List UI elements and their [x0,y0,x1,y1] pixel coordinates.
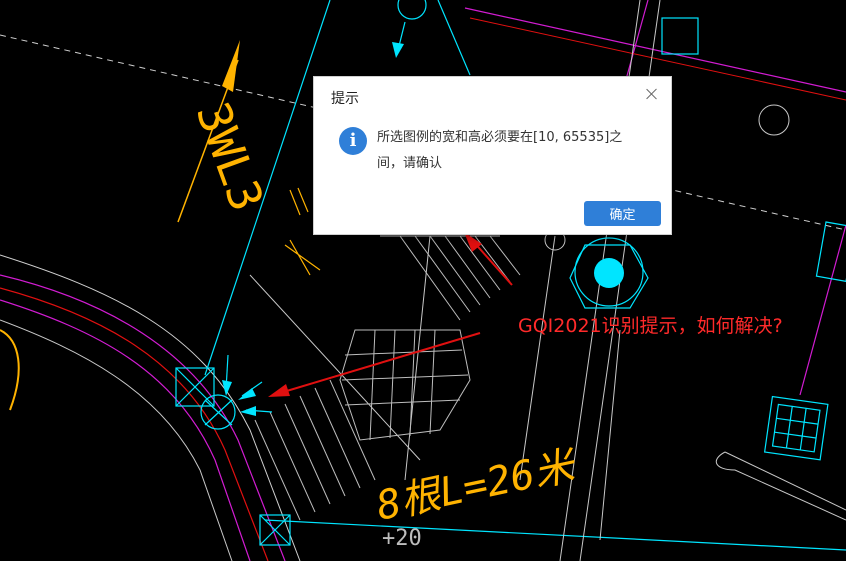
dialog-message: 所选图例的宽和高必须要在[10, 65535]之间，请确认 [377,130,623,171]
close-icon[interactable] [643,85,661,103]
cad-label-plus20: +20 [382,526,422,551]
dialog-title: 提示 [331,91,359,107]
annotation-note: GQI2021识别提示，如何解决? [518,315,783,337]
info-icon: i [339,127,367,155]
alert-dialog: 提示 i 所选图例的宽和高必须要在[10, 65535]之间，请确认 确定 [313,76,672,235]
ok-button[interactable]: 确定 [584,201,661,226]
